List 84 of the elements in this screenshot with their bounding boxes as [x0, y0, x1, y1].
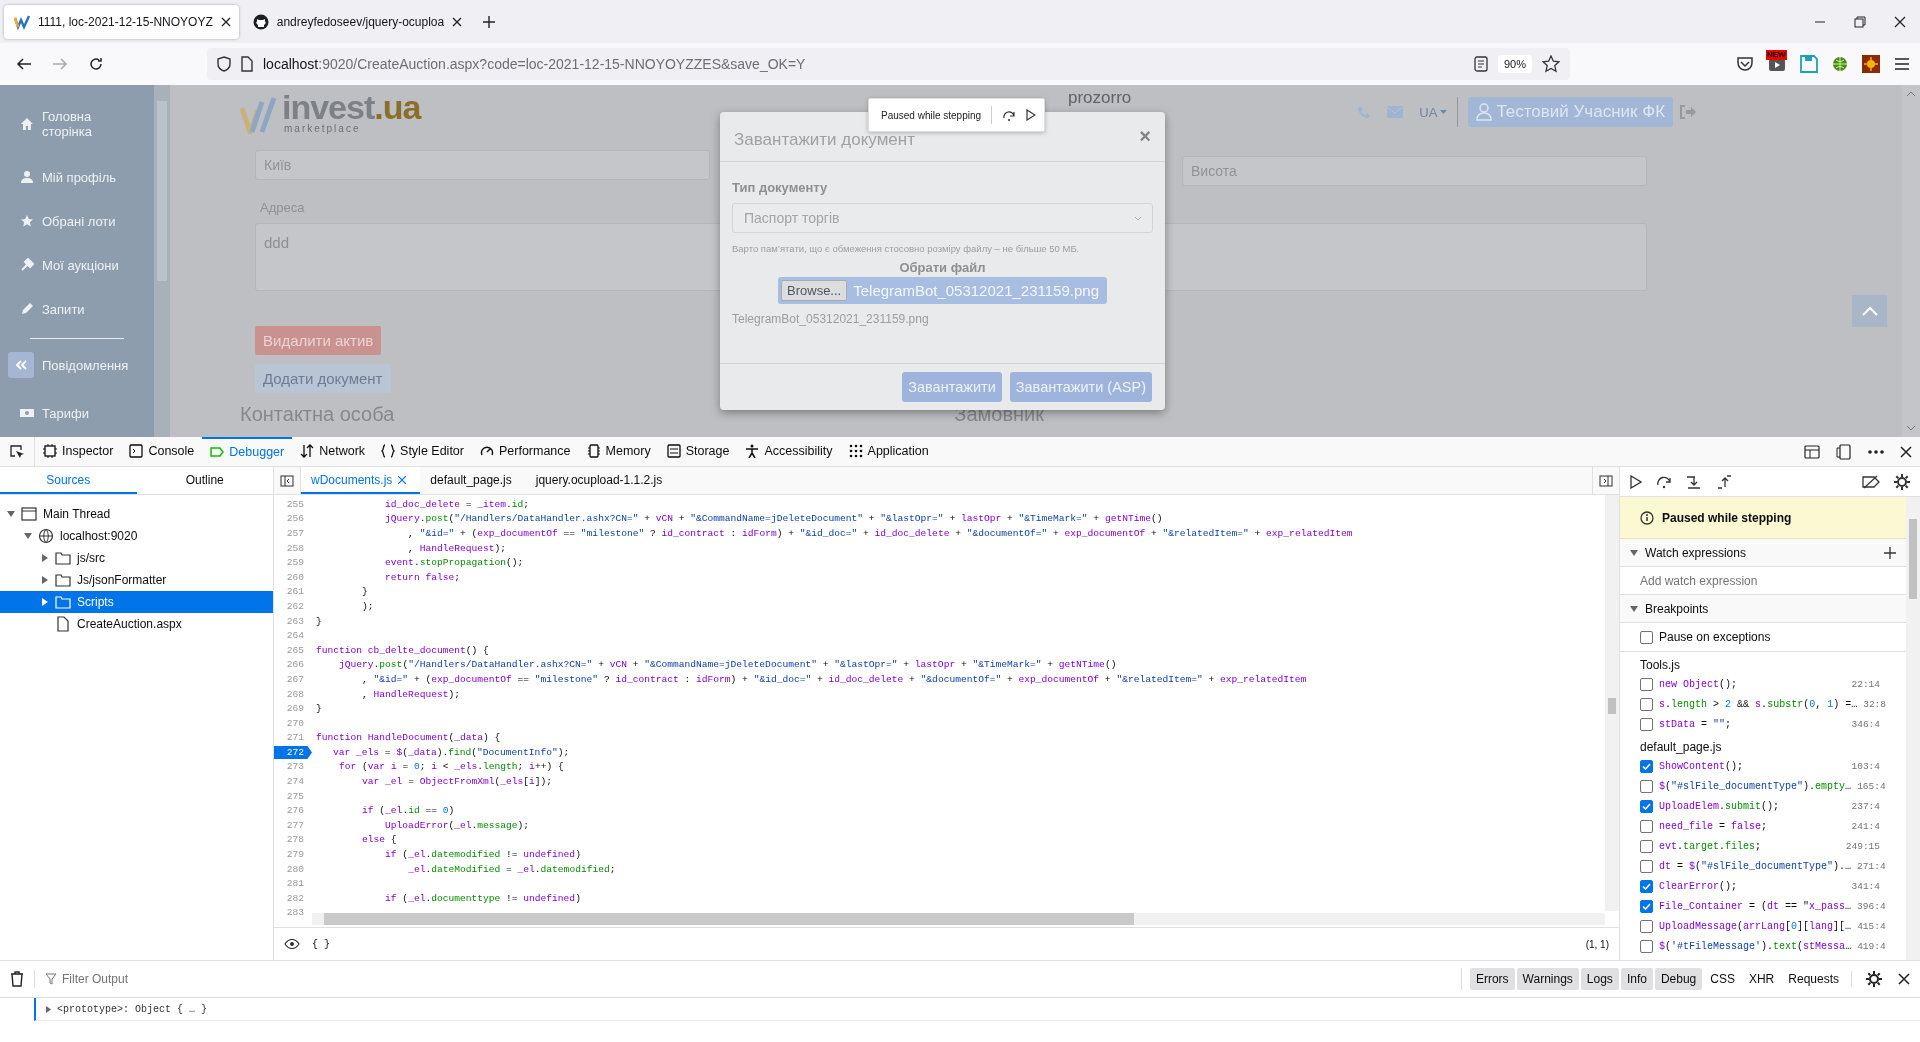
paused-status: Paused while stepping	[1662, 510, 1792, 525]
code-line: if (_el.datemodified != undefined)	[384, 848, 581, 862]
line-number: 278	[285, 833, 305, 847]
code-line: function cb_delte_document() {	[315, 643, 489, 657]
dialog-title: Завантажити документ	[734, 129, 915, 150]
line-number: 259	[285, 556, 305, 570]
checkbox-label: Pause on exceptions	[1659, 630, 1771, 644]
code-line: , HandleRequest);	[407, 541, 506, 555]
breakpoint-location: 341:4	[1851, 880, 1881, 892]
line-number: 267	[285, 672, 305, 686]
code-line: return false;	[384, 570, 460, 584]
line-number: 266	[285, 658, 305, 672]
code-line: jQuery.post("/Handlers/DataHandler.ashx?CN=" + vCN + "&CommandName=jDeleteDocument" + "&lastOpr=" + lastOpr + "&TimeMark=" + getNTime()	[338, 658, 1117, 672]
section-heading: Замовник	[954, 403, 1044, 426]
breakpoint-location: 165:4	[1857, 780, 1887, 792]
logo-tagline: marketplace	[283, 124, 362, 134]
breakpoint-location: 237:4	[1851, 800, 1881, 812]
extension-badge: NEW	[1766, 50, 1787, 60]
line-number: 281	[285, 877, 305, 891]
code-line: _el.dateModified = _el.datemodified;	[407, 862, 616, 876]
breakpoint-file: default_page.js	[1639, 739, 1723, 756]
code-line: UploadError(_el.message);	[384, 818, 530, 832]
code-line: }	[315, 702, 322, 716]
code-line: var _el = ObjectFromXml(_els[i]);	[361, 775, 553, 789]
line-number: 274	[285, 775, 305, 789]
logo-text: invest.ua	[282, 90, 421, 124]
line-number: 260	[285, 570, 305, 584]
paused-line-number: 272	[274, 745, 312, 759]
code-line: else {	[361, 833, 397, 847]
line-number: 275	[285, 789, 305, 803]
breakpoint-location: 396:4	[1857, 900, 1887, 912]
code-line: if (_el.id == 0)	[361, 804, 455, 818]
line-number: 257	[285, 527, 305, 540]
file-name: TelegramBot_05312021_231159.png	[732, 312, 930, 326]
code-line: , HandleRequest);	[361, 687, 460, 701]
line-number: 261	[285, 585, 305, 599]
field-label: Обрати файл	[898, 260, 987, 275]
console-output: <prototype>: Object { … }	[57, 1003, 208, 1015]
line-number: 283	[285, 906, 305, 920]
line-number: 280	[285, 862, 305, 876]
code-line: , "&id=" + (exp_documentOf == "milestone" ? id_contract : idForm) + "&id_doc=" + id_doc_delete + "&documentOf=" + exp_documentOf + "&relatedItem=" + exp_relatedItem	[407, 527, 1353, 540]
field-label: Тип документу	[732, 180, 829, 195]
breakpoint-location: 419:4	[1857, 940, 1887, 952]
line-number: 264	[285, 629, 305, 643]
breakpoint-location: 22:14	[1851, 678, 1881, 690]
code-line: if (_el.documenttype != undefined)	[384, 891, 581, 905]
line-number: 269	[285, 702, 305, 716]
section-heading: Контактна особа	[240, 403, 395, 426]
breakpoint-location: 103:4	[1851, 760, 1881, 772]
line-number: 265	[285, 643, 305, 657]
breakpoint-location: 271:4	[1857, 860, 1887, 872]
code-line: id_doc_delete = _item.id;	[384, 497, 530, 511]
line-number: 282	[285, 891, 305, 905]
url-text: localhost:9020/CreateAuction.aspx?code=loc-2021-12-15-NNOYOYZZES&save_OK=Y	[263, 56, 807, 72]
breakpoint-location: 241:4	[1851, 820, 1881, 832]
line-number: 271	[285, 731, 305, 745]
line-number: 263	[285, 614, 305, 628]
line-number: 277	[285, 818, 305, 832]
cursor-position: (1, 1)	[1585, 938, 1609, 950]
line-number: 258	[285, 541, 305, 555]
line-number: 268	[285, 687, 305, 701]
code-line: jQuery.post("/Handlers/DataHandler.ashx?CN=" + vCN + "&CommandName=jDeleteDocument" + "&lastOpr=" + lastOpr + "&TimeMark=" + getNTime()	[384, 512, 1163, 526]
partner-logo-text: prozorro	[1068, 88, 1132, 108]
line-number: 279	[285, 848, 305, 862]
code-line: );	[361, 599, 374, 613]
line-number: 270	[285, 716, 305, 730]
code-line: function HandleDocument(_data) {	[315, 731, 501, 745]
breakpoint-file: Tools.js	[1639, 657, 1681, 674]
line-number: 273	[285, 760, 305, 774]
code-line: for (var i = 0; i < _els.length; i++) {	[338, 760, 564, 774]
code-line: var _els = $(_data).find("DocumentInfo");	[332, 745, 570, 759]
line-number: 255	[285, 497, 305, 511]
breakpoint-location: 249:15	[1845, 840, 1881, 852]
code-line: event.stopPropagation();	[384, 556, 524, 570]
code-line: }	[361, 585, 368, 599]
line-number: 256	[285, 512, 305, 526]
paused-message: Paused while stepping	[881, 109, 982, 121]
breakpoint-location: 415:4	[1857, 920, 1887, 932]
breakpoint-location: 32:8	[1863, 698, 1888, 710]
line-number: 262	[285, 599, 305, 613]
line-number: 276	[285, 804, 305, 818]
code-line: }	[315, 614, 322, 628]
breakpoint-location: 346:4	[1851, 718, 1881, 730]
code-line: , "&id=" + (exp_documentOf == "milestone" ? id_contract : idForm) + "&id_doc=" + id_doc_delete + "&documentOf=" + exp_documentOf + "&relatedItem=" + exp_relatedItem	[361, 672, 1307, 686]
